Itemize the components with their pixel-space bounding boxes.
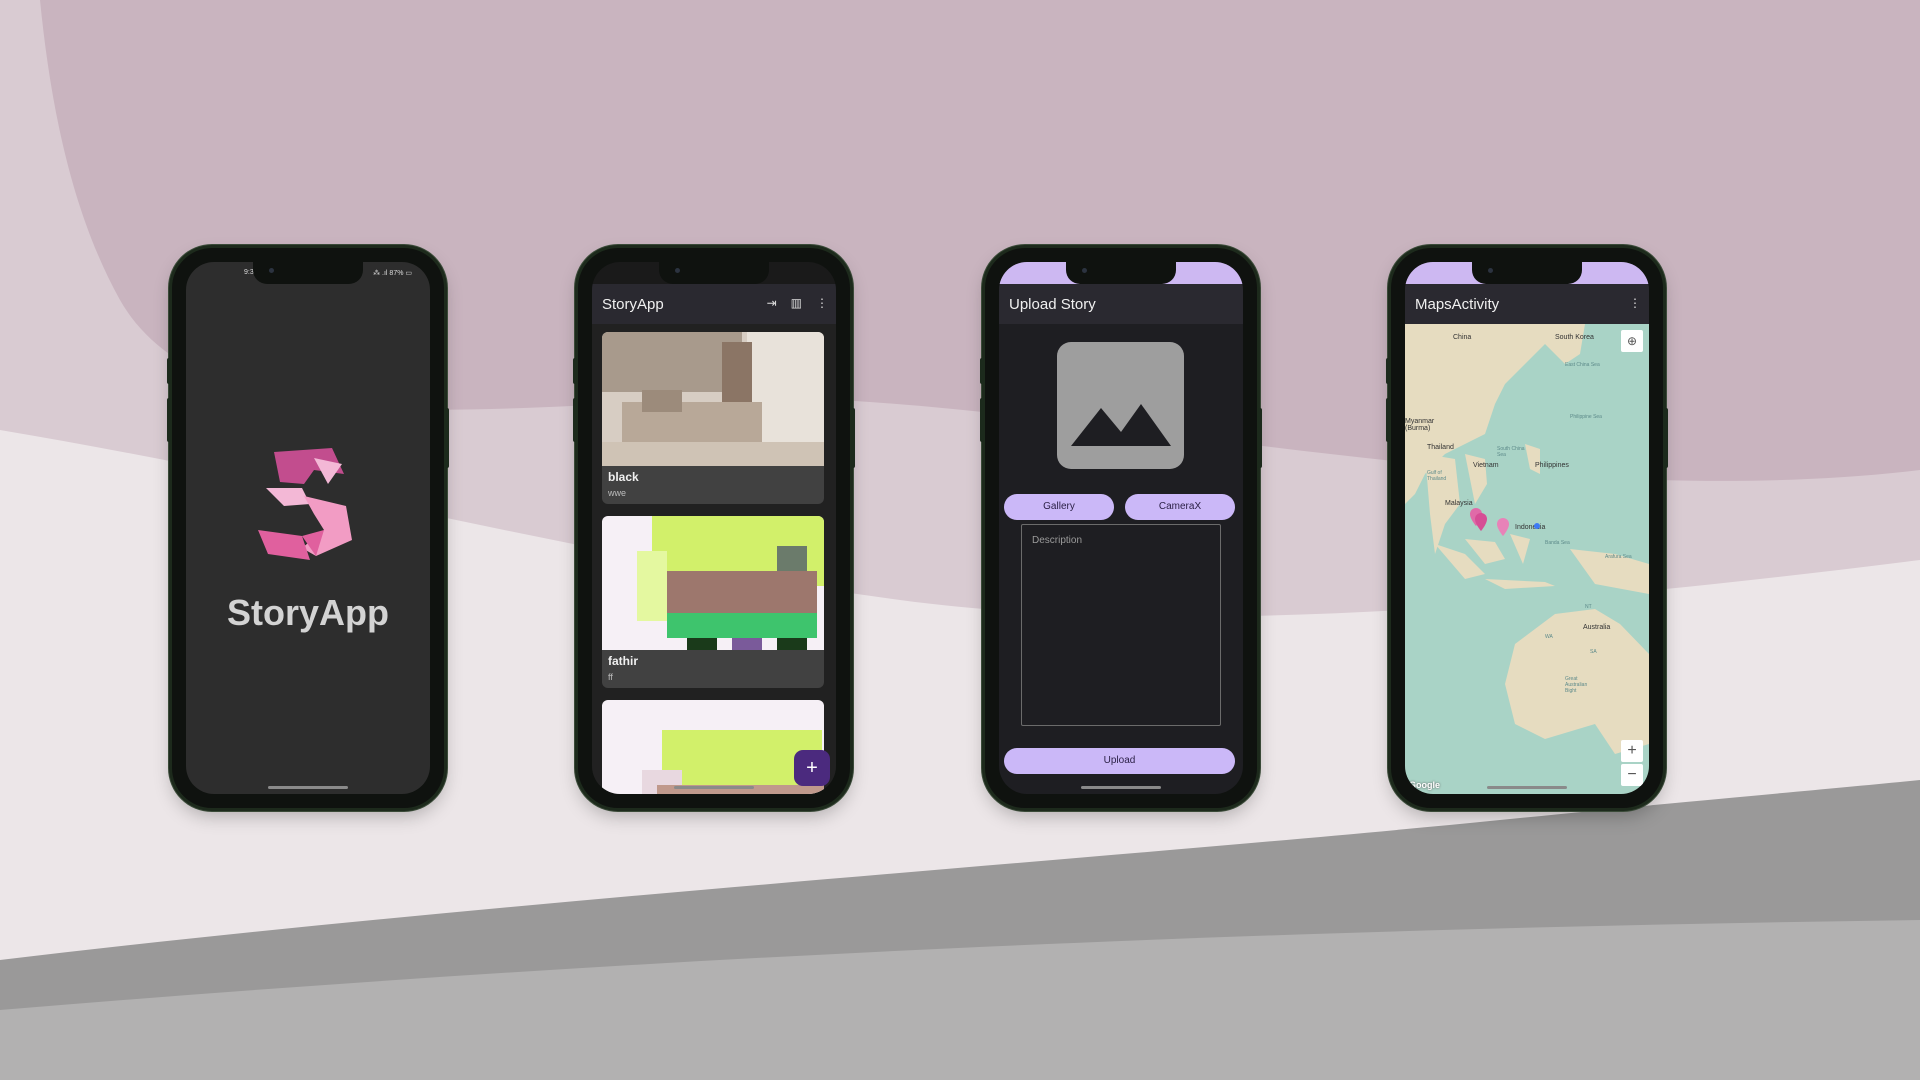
app-name: StoryApp [227,592,389,633]
splash-screen: 9:3. ⁂ .ıl 87% ▭ StoryApp [186,262,430,794]
story-card[interactable]: fathir ff [602,516,824,688]
phone-story-list: StoryApp ⇥ ▥ ⋮ black wwe fathir ff + [573,248,855,808]
description-field[interactable]: Description [1021,524,1221,726]
page-title: MapsActivity [1415,296,1500,313]
upload-screen: Upload Story Gallery CameraX Description… [999,262,1243,794]
description-placeholder: Description [1032,535,1083,546]
add-story-fab[interactable]: + [794,750,830,786]
maps-screen: MapsActivity ⋮ China South Korea East Ch… [1405,262,1649,794]
upload-button[interactable]: Upload [1004,748,1235,774]
home-indicator[interactable] [674,786,754,789]
image-placeholder-icon [1071,404,1171,446]
zoom-out-button[interactable]: − [1621,764,1643,786]
logout-icon[interactable]: ⇥ [767,296,777,310]
story-card[interactable]: black wwe [602,332,824,504]
gallery-button[interactable]: Gallery [1004,494,1114,520]
status-indicators: ⁂ .ıl 87% ▭ [373,270,412,277]
story-image [602,700,824,794]
story-description: wwe [608,488,627,498]
story-name: black [608,470,639,484]
app-bar: MapsActivity ⋮ [1405,284,1649,324]
my-location-icon[interactable]: ⊕ [1621,330,1643,352]
home-indicator[interactable] [1487,786,1567,789]
story-name: fathir [608,654,638,668]
phone-maps: MapsActivity ⋮ China South Korea East Ch… [1386,248,1668,808]
more-vert-icon[interactable]: ⋮ [1629,296,1641,310]
story-description: ff [608,672,613,682]
storyapp-logo-icon [258,448,352,560]
zoom-in-button[interactable]: + [1621,740,1643,762]
location-pin-icon [1475,513,1487,531]
map-icon[interactable]: ▥ [791,296,802,310]
story-card[interactable] [602,700,824,794]
home-indicator[interactable] [268,786,348,789]
story-list-screen: StoryApp ⇥ ▥ ⋮ black wwe fathir ff + [592,262,836,794]
camerax-button[interactable]: CameraX [1125,494,1235,520]
image-preview [1057,342,1184,469]
phone-splash: 9:3. ⁂ .ıl 87% ▭ StoryApp [167,248,449,808]
map-view[interactable]: China South Korea East China Sea Myanmar… [1405,324,1649,794]
more-vert-icon[interactable]: ⋮ [816,296,828,310]
home-indicator[interactable] [1081,786,1161,789]
phone-upload-story: Upload Story Gallery CameraX Description… [980,248,1262,808]
map-markers [1470,508,1540,536]
story-list: black wwe fathir ff + [592,324,836,794]
map-attribution: Google [1409,780,1440,790]
app-bar: Upload Story [999,284,1243,324]
app-bar: StoryApp ⇥ ▥ ⋮ [592,284,836,324]
story-image [602,516,824,650]
front-camera [269,268,274,273]
location-pin-icon [1497,518,1509,536]
story-image [602,332,824,466]
page-title: Upload Story [1009,296,1096,313]
current-location-dot [1534,523,1540,529]
page-title: StoryApp [602,296,664,313]
